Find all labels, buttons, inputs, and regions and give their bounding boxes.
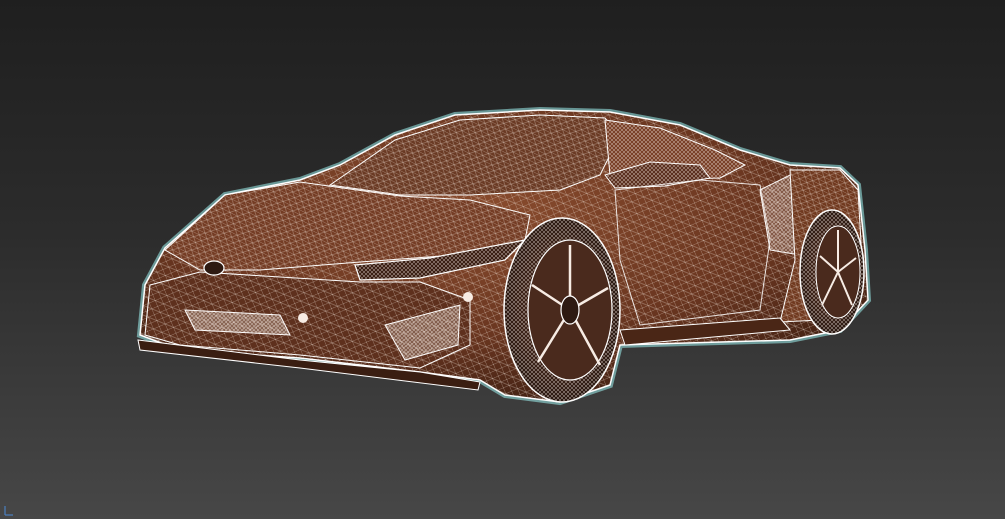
axis-tripod-icon xyxy=(4,506,13,516)
fog-light-right xyxy=(463,292,473,302)
front-wheel xyxy=(503,217,621,403)
car-wireframe-model[interactable] xyxy=(0,0,1005,519)
rear-wheel xyxy=(799,209,865,335)
3d-viewport[interactable] xyxy=(0,0,1005,519)
fog-light-left xyxy=(298,313,308,323)
emblem-icon xyxy=(203,260,225,276)
